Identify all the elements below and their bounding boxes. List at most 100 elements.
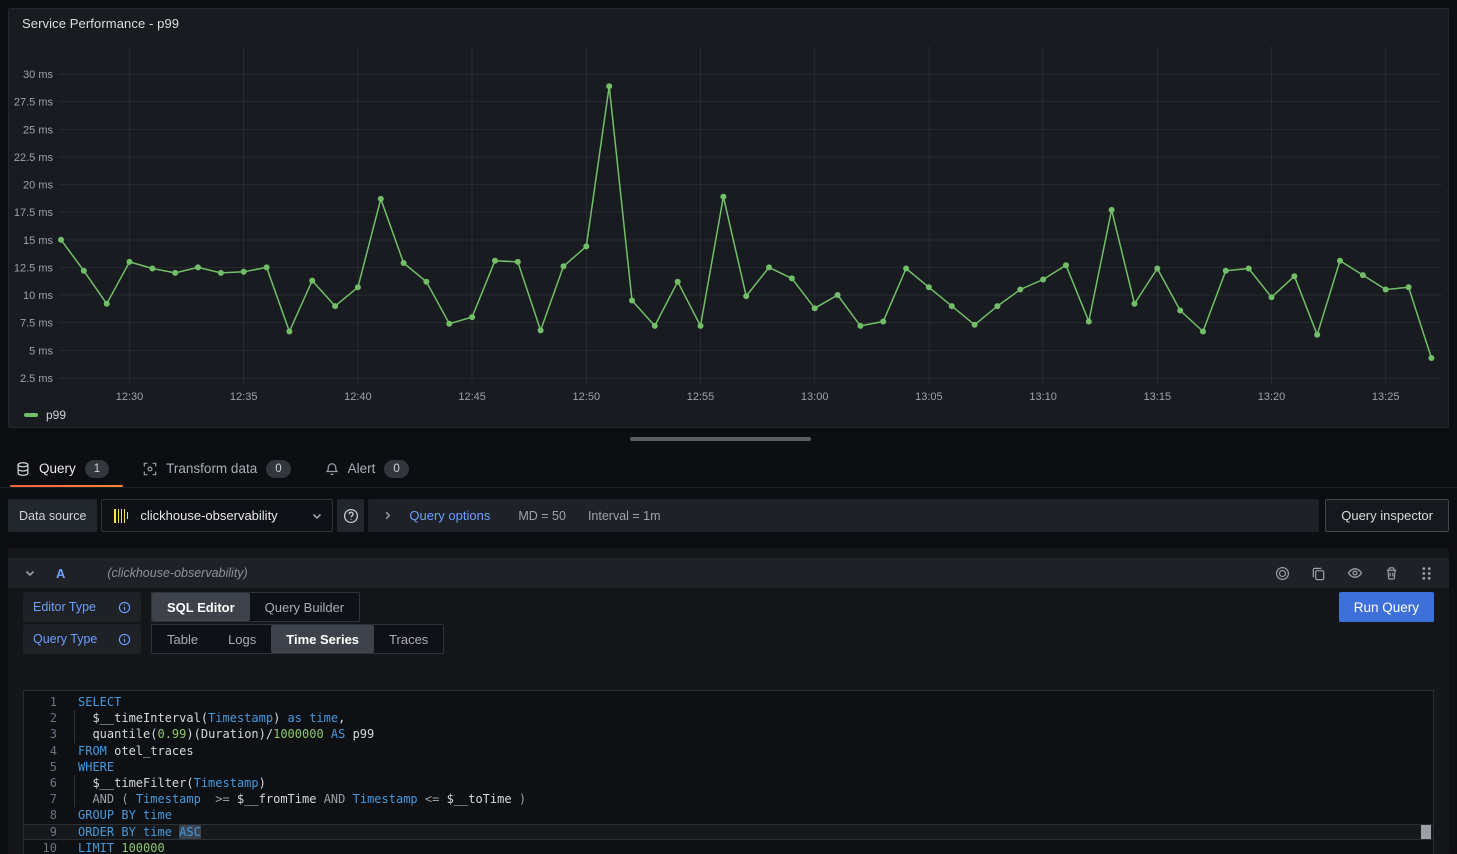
tab-query-label: Query — [39, 461, 76, 476]
svg-text:15 ms: 15 ms — [23, 235, 53, 247]
line-number: 2 — [24, 710, 57, 726]
svg-text:10 ms: 10 ms — [23, 290, 53, 302]
collapse-chevron-icon[interactable] — [24, 567, 36, 579]
indent-guide — [74, 775, 75, 791]
datasource-help-button[interactable] — [337, 499, 364, 532]
datasource-bar: Data source clickhouse-observability Que… — [8, 499, 1449, 532]
chart-panel: Service Performance - p99 2.5 ms5 ms7.5 … — [8, 8, 1449, 428]
query-type-label: Query Type — [33, 632, 97, 646]
radio-sql-editor[interactable]: SQL Editor — [152, 593, 250, 621]
datasource-value: clickhouse-observability — [140, 508, 277, 523]
query-editor: A (clickhouse-observability) Editor Type — [8, 548, 1449, 854]
active-tab-underline — [10, 485, 123, 487]
line-number: 4 — [24, 743, 57, 759]
line-number: 3 — [24, 726, 57, 742]
query-header[interactable]: A (clickhouse-observability) — [8, 558, 1449, 588]
clickhouse-logo-icon — [111, 506, 131, 526]
code-text: $__timeFilter(Timestamp) — [78, 775, 266, 791]
chevron-right-icon — [382, 510, 393, 521]
interval-value: Interval = 1m — [588, 509, 661, 523]
svg-text:7.5 ms: 7.5 ms — [20, 318, 54, 330]
code-text: quantile(0.99)(Duration)/1000000 AS p99 — [78, 726, 374, 742]
code-line[interactable]: 6 $__timeFilter(Timestamp) — [24, 775, 1433, 791]
radio-table[interactable]: Table — [152, 625, 213, 653]
info-circle-icon[interactable] — [118, 601, 131, 614]
query-type-label-box: Query Type — [23, 624, 141, 654]
run-query-button[interactable]: Run Query — [1339, 592, 1434, 622]
svg-text:17.5 ms: 17.5 ms — [14, 207, 54, 219]
legend-series-swatch — [24, 413, 38, 417]
code-line[interactable]: 4 FROM otel_traces — [24, 743, 1433, 759]
svg-text:13:20: 13:20 — [1258, 391, 1286, 403]
bell-icon — [325, 462, 339, 476]
svg-text:12.5 ms: 12.5 ms — [14, 262, 54, 274]
tab-query[interactable]: Query 1 — [10, 450, 123, 487]
code-text: SELECT — [78, 694, 121, 710]
svg-text:13:10: 13:10 — [1029, 391, 1057, 403]
cursor-block — [1421, 825, 1431, 839]
svg-text:13:00: 13:00 — [801, 391, 829, 403]
code-line[interactable]: 5 WHERE — [24, 759, 1433, 775]
line-number: 8 — [24, 807, 57, 823]
horizontal-scrollbar[interactable] — [630, 437, 811, 441]
transform-count-badge: 0 — [266, 460, 290, 478]
sql-code-lines: 1SELECT2 $__timeInterval(Timestamp) as t… — [24, 694, 1433, 854]
code-line[interactable]: 10LIMIT 100000 — [24, 840, 1433, 854]
code-line[interactable]: 9ORDER BY time ASC — [24, 824, 1433, 840]
query-options-bar[interactable]: Query options MD = 50 Interval = 1m — [368, 499, 1319, 532]
query-type-group: Table Logs Time Series Traces — [151, 624, 444, 654]
svg-text:12:50: 12:50 — [573, 391, 601, 403]
code-line[interactable]: 8 GROUP BY time — [24, 807, 1433, 823]
svg-text:12:40: 12:40 — [344, 391, 372, 403]
code-text: ORDER BY time ASC — [78, 824, 201, 840]
code-line[interactable]: 7 AND ( Timestamp >= $__fromTime AND Tim… — [24, 791, 1433, 807]
query-options-link[interactable]: Query options — [409, 508, 490, 523]
svg-text:12:45: 12:45 — [458, 391, 486, 403]
delete-query-icon[interactable] — [1384, 566, 1399, 581]
svg-text:25 ms: 25 ms — [23, 124, 53, 136]
tab-transform-data[interactable]: Transform data 0 — [137, 450, 304, 487]
svg-text:30 ms: 30 ms — [23, 69, 53, 81]
svg-text:13:05: 13:05 — [915, 391, 943, 403]
line-number: 6 — [24, 775, 57, 791]
svg-text:12:35: 12:35 — [230, 391, 258, 403]
chart-legend: p99 — [24, 408, 66, 422]
radio-time-series[interactable]: Time Series — [271, 625, 374, 653]
svg-text:12:30: 12:30 — [116, 391, 144, 403]
legend-series-label[interactable]: p99 — [46, 408, 66, 422]
code-line[interactable]: 2 $__timeInterval(Timestamp) as time, — [24, 710, 1433, 726]
chevron-down-icon — [311, 510, 323, 522]
code-text: FROM otel_traces — [78, 743, 194, 759]
toggle-visibility-icon[interactable] — [1347, 565, 1363, 581]
svg-text:13:25: 13:25 — [1372, 391, 1400, 403]
svg-text:5 ms: 5 ms — [29, 345, 53, 357]
sql-editor[interactable]: 1SELECT2 $__timeInterval(Timestamp) as t… — [23, 690, 1434, 854]
editor-type-group: SQL Editor Query Builder — [151, 592, 360, 622]
radio-logs[interactable]: Logs — [213, 625, 271, 653]
indent-guide — [74, 726, 75, 742]
svg-text:2.5 ms: 2.5 ms — [20, 373, 54, 385]
svg-text:12:55: 12:55 — [687, 391, 715, 403]
code-text: WHERE — [78, 759, 114, 775]
time-series-chart[interactable]: 2.5 ms 5 ms 7.5 ms 10 ms 12.5 ms 15 ms 17.5 ms… — [9, 9, 1448, 427]
query-actions — [1275, 565, 1433, 581]
code-line[interactable]: 3 quantile(0.99)(Duration)/1000000 AS p9… — [24, 726, 1433, 742]
code-line[interactable]: 1SELECT — [24, 694, 1433, 710]
line-number: 7 — [24, 791, 57, 807]
svg-text:13:15: 13:15 — [1144, 391, 1172, 403]
radio-traces[interactable]: Traces — [374, 625, 443, 653]
tab-alert[interactable]: Alert 0 — [319, 450, 423, 487]
editor-type-label: Editor Type — [33, 600, 96, 614]
editor-type-label-box: Editor Type — [23, 592, 141, 622]
drag-handle-icon[interactable] — [1420, 566, 1433, 581]
info-circle-icon[interactable] — [118, 633, 131, 646]
status-circle-icon[interactable] — [1275, 566, 1290, 581]
radio-query-builder[interactable]: Query Builder — [250, 593, 359, 621]
code-text: GROUP BY time — [78, 807, 172, 823]
query-inspector-button[interactable]: Query inspector — [1325, 499, 1449, 532]
line-number: 5 — [24, 759, 57, 775]
data-source-label: Data source — [8, 499, 97, 532]
datasource-select[interactable]: clickhouse-observability — [101, 499, 333, 532]
duplicate-query-icon[interactable] — [1311, 566, 1326, 581]
alert-count-badge: 0 — [384, 460, 408, 478]
